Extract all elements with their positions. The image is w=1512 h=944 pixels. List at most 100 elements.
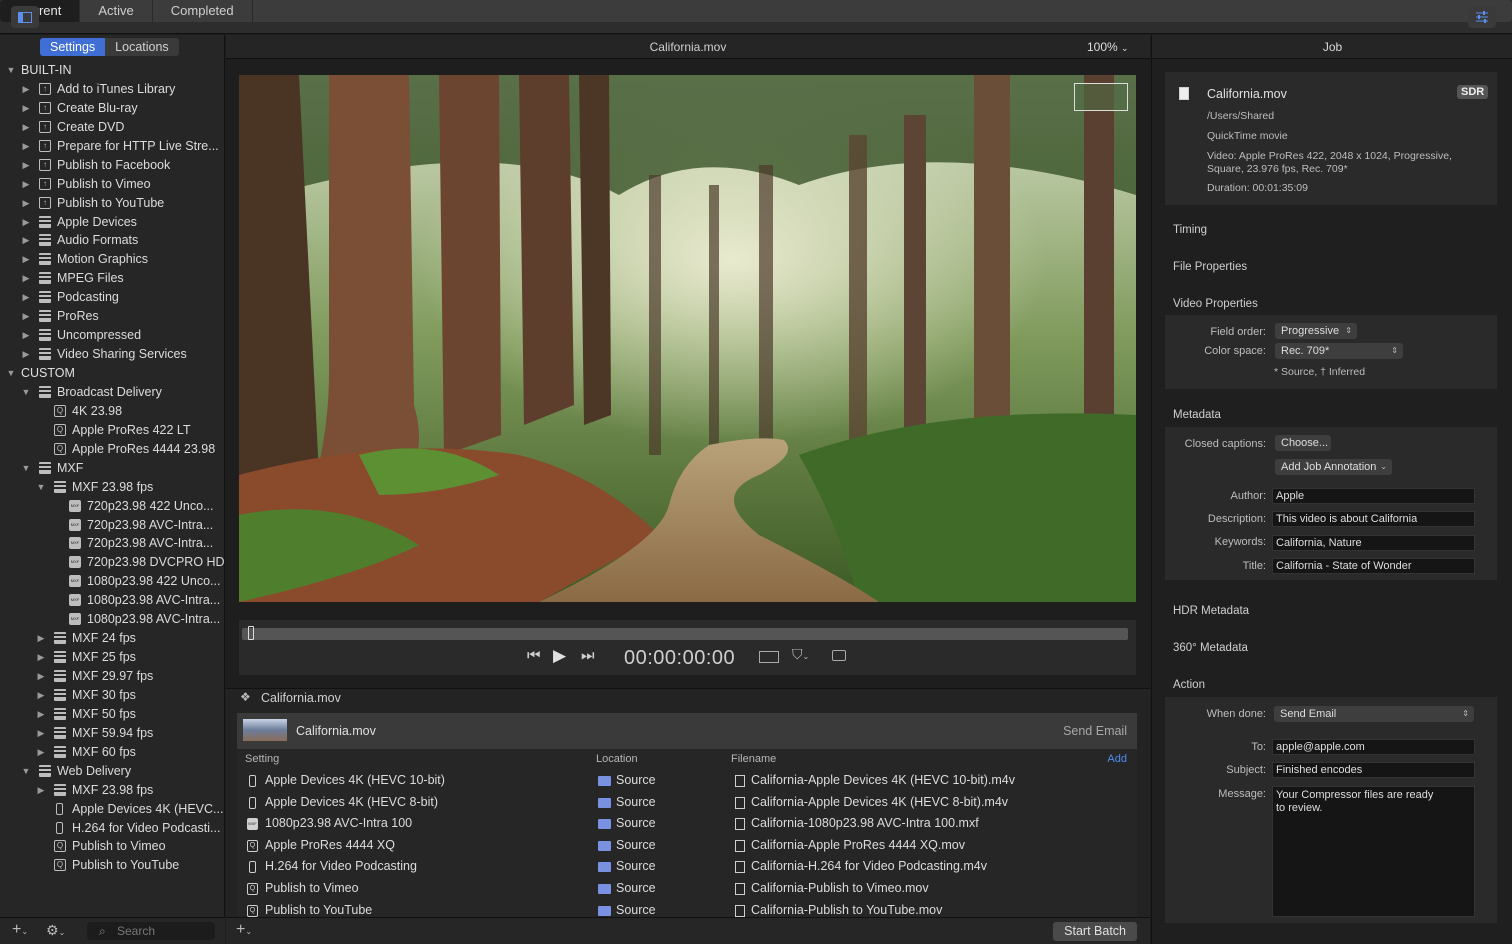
tree-item[interactable]: ▶ Video Sharing Services — [0, 345, 225, 364]
search-input[interactable]: ⌕ Search — [87, 922, 215, 940]
tree-item[interactable]: Q Apple ProRes 4444 23.98 — [0, 440, 225, 459]
disclosure-closed-icon[interactable]: ▶ — [21, 99, 31, 118]
disclosure-closed-icon[interactable]: ▶ — [21, 345, 31, 364]
marker-icon[interactable]: ⛉⌄ — [792, 646, 809, 663]
email-to-field[interactable]: apple@apple.com — [1272, 739, 1475, 755]
sidebar-toggle-button[interactable] — [11, 6, 39, 28]
tree-item[interactable]: ▼ CUSTOM — [0, 364, 225, 383]
tree-item[interactable]: ▶ ↑ Add to iTunes Library — [0, 80, 225, 99]
tree-item[interactable]: ▼ BUILT-IN — [0, 61, 225, 80]
tree-item[interactable]: ▶ MXF 23.98 fps — [0, 781, 225, 800]
section-video-properties[interactable]: Video Properties — [1173, 298, 1258, 310]
disclosure-closed-icon[interactable]: ▶ — [36, 743, 46, 762]
subject-field[interactable]: Finished encodes — [1272, 762, 1475, 778]
tree-item[interactable]: MXF 720p23.98 AVC-Intra... — [0, 516, 225, 535]
tree-item[interactable]: ▶ ↑ Publish to YouTube — [0, 194, 225, 213]
row-location[interactable]: Source — [616, 813, 656, 835]
keywords-field[interactable]: California, Nature — [1272, 535, 1475, 551]
disclosure-closed-icon[interactable]: ▶ — [21, 137, 31, 156]
section-metadata[interactable]: Metadata — [1173, 409, 1221, 421]
disclosure-closed-icon[interactable]: ▶ — [36, 629, 46, 648]
section-hdr-metadata[interactable]: HDR Metadata — [1173, 605, 1249, 617]
row-filename[interactable]: California-Apple ProRes 4444 XQ.mov — [751, 835, 965, 857]
add-output-button[interactable]: Add — [1107, 753, 1127, 765]
tree-item[interactable]: ▶ ↑ Publish to Vimeo — [0, 175, 225, 194]
tree-item[interactable]: MXF 720p23.98 AVC-Intra... — [0, 534, 225, 553]
tree-item[interactable]: ▶ MXF 30 fps — [0, 686, 225, 705]
choose-captions-button[interactable]: Choose... — [1275, 435, 1331, 451]
tree-item[interactable]: ▶ ↑ Create DVD — [0, 118, 225, 137]
disclosure-open-icon[interactable]: ▼ — [21, 383, 31, 402]
tab-locations[interactable]: Locations — [105, 38, 179, 56]
disclosure-closed-icon[interactable]: ▶ — [36, 667, 46, 686]
table-row[interactable]: Apple Devices 4K (HEVC 10-bit) Source Cali… — [237, 770, 1137, 792]
tree-item[interactable]: MXF 1080p23.98 422 Unco... — [0, 572, 225, 591]
add-job-annotation-popup[interactable]: Add Job Annotation ⌄ — [1275, 459, 1392, 475]
row-filename[interactable]: California-Apple Devices 4K (HEVC 10-bit… — [751, 770, 1015, 792]
tree-item[interactable]: ▶ MXF 59.94 fps — [0, 724, 225, 743]
tree-item[interactable]: MXF 720p23.98 DVCPRO HD — [0, 553, 225, 572]
disclosure-closed-icon[interactable]: ▶ — [21, 288, 31, 307]
tree-item[interactable]: ▶ Apple Devices — [0, 213, 225, 232]
section-file-properties[interactable]: File Properties — [1173, 261, 1247, 273]
tree-item[interactable]: ▼ MXF 23.98 fps — [0, 478, 225, 497]
row-location[interactable]: Source — [616, 856, 656, 878]
inspector-toggle-button[interactable] — [1468, 6, 1496, 28]
row-location[interactable]: Source — [616, 792, 656, 814]
tree-item[interactable]: Q Publish to Vimeo — [0, 837, 225, 856]
tree-item[interactable]: ▶ Podcasting — [0, 288, 225, 307]
color-space-popup[interactable]: Rec. 709* ⇕ — [1275, 343, 1403, 359]
playhead-handle[interactable] — [248, 626, 254, 640]
next-frame-icon[interactable]: ⏭ — [581, 647, 595, 664]
tree-item[interactable]: ▶ MXF 29.97 fps — [0, 667, 225, 686]
disclosure-open-icon[interactable]: ▼ — [36, 478, 46, 497]
section-360-metadata[interactable]: 360° Metadata — [1173, 642, 1248, 654]
captions-icon[interactable] — [832, 650, 846, 661]
tree-item[interactable]: ▶ MXF 60 fps — [0, 743, 225, 762]
when-done-popup[interactable]: Send Email ⇕ — [1274, 706, 1474, 722]
tree-item[interactable]: ▶ MPEG Files — [0, 269, 225, 288]
field-order-popup[interactable]: Progressive ⇕ — [1275, 323, 1357, 339]
tree-item[interactable]: Q 4K 23.98 — [0, 402, 225, 421]
table-row[interactable]: Q Apple ProRes 4444 XQ Source California-Ap… — [237, 835, 1137, 857]
disclosure-open-icon[interactable]: ▼ — [6, 61, 16, 80]
disclosure-closed-icon[interactable]: ▶ — [21, 326, 31, 345]
table-row[interactable]: H.264 for Video Podcasting Source Californ… — [237, 856, 1137, 878]
message-field[interactable]: Your Compressor files are ready to revie… — [1272, 786, 1475, 917]
disclosure-closed-icon[interactable]: ▶ — [21, 156, 31, 175]
row-filename[interactable]: California-1080p23.98 AVC-Intra 100.mxf — [751, 813, 979, 835]
disclosure-open-icon[interactable]: ▼ — [21, 459, 31, 478]
tree-item[interactable]: ▼ Web Delivery — [0, 762, 225, 781]
disclosure-closed-icon[interactable]: ▶ — [21, 250, 31, 269]
disclosure-closed-icon[interactable]: ▶ — [36, 648, 46, 667]
table-row[interactable]: Q Publish to Vimeo Source California-Publis… — [237, 878, 1137, 900]
row-location[interactable]: Source — [616, 770, 656, 792]
tab-settings[interactable]: Settings — [40, 38, 106, 56]
disclosure-open-icon[interactable]: ▼ — [21, 762, 31, 781]
timeline-scrubber[interactable] — [242, 626, 1128, 640]
disclosure-closed-icon[interactable]: ▶ — [21, 194, 31, 213]
gear-icon[interactable]: ⚙⌄ — [46, 922, 65, 939]
row-location[interactable]: Source — [616, 835, 656, 857]
row-filename[interactable]: California-H.264 for Video Podcasting.m4… — [751, 856, 987, 878]
add-setting-button[interactable]: +⌄ — [12, 921, 28, 939]
disclosure-closed-icon[interactable]: ▶ — [36, 686, 46, 705]
tree-item[interactable]: ▶ MXF 24 fps — [0, 629, 225, 648]
tree-item[interactable]: ▶ MXF 25 fps — [0, 648, 225, 667]
tree-item[interactable]: MXF 1080p23.98 AVC-Intra... — [0, 610, 225, 629]
disclosure-closed-icon[interactable]: ▶ — [21, 231, 31, 250]
disclosure-closed-icon[interactable]: ▶ — [36, 781, 46, 800]
disclosure-closed-icon[interactable]: ▶ — [21, 175, 31, 194]
tree-item[interactable]: Q Apple ProRes 422 LT — [0, 421, 225, 440]
disclosure-closed-icon[interactable]: ▶ — [36, 724, 46, 743]
tree-item[interactable]: ▶ MXF 50 fps — [0, 705, 225, 724]
author-field[interactable]: Apple — [1272, 488, 1475, 504]
start-batch-button[interactable]: Start Batch — [1053, 922, 1137, 941]
disclosure-closed-icon[interactable]: ▶ — [21, 307, 31, 326]
disclosure-closed-icon[interactable]: ▶ — [21, 213, 31, 232]
tree-item[interactable]: MXF 1080p23.98 AVC-Intra... — [0, 591, 225, 610]
row-filename[interactable]: California-Apple Devices 4K (HEVC 8-bit)… — [751, 792, 1008, 814]
tree-item[interactable]: ▼ MXF — [0, 459, 225, 478]
job-header[interactable]: California.mov Send Email — [237, 713, 1137, 749]
disclosure-closed-icon[interactable]: ▶ — [21, 118, 31, 137]
